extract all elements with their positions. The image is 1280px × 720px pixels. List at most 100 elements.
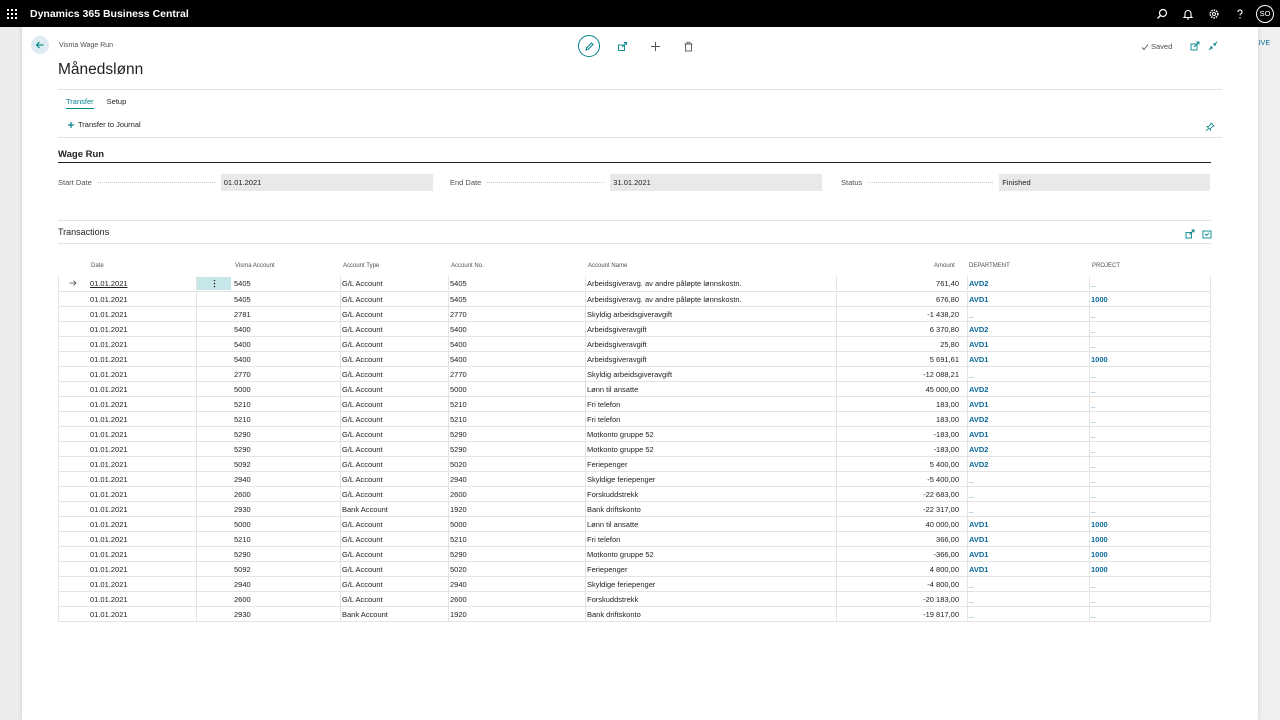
cell-date[interactable]: 01.01.2021: [90, 457, 128, 471]
cell-account-no[interactable]: 5400: [450, 337, 467, 351]
cell-amount[interactable]: -183,00: [839, 427, 959, 441]
cell-visma-account[interactable]: 2781: [234, 307, 251, 321]
cell-account-no[interactable]: 2770: [450, 367, 467, 381]
search-icon[interactable]: [1149, 0, 1175, 27]
cell-amount[interactable]: 4 800,00: [839, 562, 959, 576]
table-row[interactable]: 01.01.2021 5290 G/L Account 5290 Motkonto gr…: [59, 426, 1210, 441]
cell-date[interactable]: 01.01.2021: [90, 322, 128, 336]
cell-project[interactable]: 1000: [1091, 562, 1108, 576]
cell-project[interactable]: _: [1091, 502, 1095, 516]
cell-date[interactable]: 01.01.2021: [90, 502, 128, 516]
tab-transfer[interactable]: Transfer: [66, 97, 94, 109]
cell-date[interactable]: 01.01.2021: [90, 307, 128, 321]
cell-project[interactable]: _: [1091, 487, 1095, 501]
cell-visma-account[interactable]: 5000: [234, 382, 251, 396]
column-header-account-name[interactable]: Account Name: [588, 263, 627, 269]
delete-button[interactable]: [677, 35, 699, 57]
cell-department[interactable]: AVD1: [969, 427, 988, 441]
expand-part-button[interactable]: [1202, 226, 1212, 244]
table-row[interactable]: 01.01.2021 2930 Bank Account 1920 Bank drift…: [59, 501, 1210, 516]
cell-visma-account[interactable]: 5210: [234, 532, 251, 546]
cell-amount[interactable]: -22 317,00: [839, 502, 959, 516]
cell-visma-account[interactable]: 2940: [234, 577, 251, 591]
cell-project[interactable]: 1000: [1091, 517, 1108, 531]
cell-department[interactable]: _: [969, 472, 973, 486]
cell-account-no[interactable]: 5020: [450, 457, 467, 471]
cell-department[interactable]: _: [969, 592, 973, 606]
open-new-window-button[interactable]: [1188, 39, 1202, 53]
collapse-button[interactable]: [1206, 39, 1220, 53]
cell-amount[interactable]: 5 691,61: [839, 352, 959, 366]
table-row[interactable]: 01.01.2021 2930 Bank Account 1920 Bank drift…: [59, 606, 1210, 621]
cell-department[interactable]: AVD1: [969, 292, 988, 306]
cell-account-type[interactable]: G/L Account: [342, 517, 383, 531]
cell-amount[interactable]: -22 683,00: [839, 487, 959, 501]
cell-department[interactable]: AVD2: [969, 322, 988, 336]
cell-account-no[interactable]: 5210: [450, 412, 467, 426]
cell-department[interactable]: _: [969, 487, 973, 501]
table-row[interactable]: 01.01.2021 2600 G/L Account 2600 Forskuddstr…: [59, 486, 1210, 501]
cell-visma-account[interactable]: 2930: [234, 502, 251, 516]
notification-bell-icon[interactable]: [1175, 0, 1201, 27]
cell-account-type[interactable]: G/L Account: [342, 412, 383, 426]
cell-account-type[interactable]: G/L Account: [342, 276, 383, 290]
cell-account-no[interactable]: 2600: [450, 487, 467, 501]
table-row[interactable]: 01.01.2021 5290 G/L Account 5290 Motkonto gr…: [59, 546, 1210, 561]
table-row[interactable]: 01.01.2021 5400 G/L Account 5400 Arbeidsgive…: [59, 321, 1210, 336]
cell-account-type[interactable]: G/L Account: [342, 307, 383, 321]
cell-date[interactable]: 01.01.2021: [90, 472, 128, 486]
cell-account-no[interactable]: 2600: [450, 592, 467, 606]
cell-account-type[interactable]: G/L Account: [342, 367, 383, 381]
table-row[interactable]: 01.01.2021 5092 G/L Account 5020 Feriepenger…: [59, 456, 1210, 471]
cell-visma-account[interactable]: 5000: [234, 517, 251, 531]
cell-date[interactable]: 01.01.2021: [90, 577, 128, 591]
cell-account-type[interactable]: G/L Account: [342, 562, 383, 576]
cell-date[interactable]: 01.01.2021: [90, 607, 128, 621]
cell-department[interactable]: _: [969, 607, 973, 621]
cell-amount[interactable]: -4 800,00: [839, 577, 959, 591]
cell-amount[interactable]: -12 088,21: [839, 367, 959, 381]
wage-run-section-title[interactable]: Wage Run: [58, 149, 104, 160]
cell-account-type[interactable]: G/L Account: [342, 382, 383, 396]
cell-amount[interactable]: -20 183,00: [839, 592, 959, 606]
cell-visma-account[interactable]: 5092: [234, 457, 251, 471]
table-row[interactable]: 01.01.2021 2770 G/L Account 2770 Skyldig arb…: [59, 366, 1210, 381]
avatar[interactable]: SO: [1256, 4, 1274, 23]
table-row[interactable]: 01.01.2021 5210 G/L Account 5210 Fri telefon…: [59, 531, 1210, 546]
cell-visma-account[interactable]: 5290: [234, 427, 251, 441]
cell-date[interactable]: 01.01.2021: [90, 397, 128, 411]
cell-account-no[interactable]: 5405: [450, 276, 467, 290]
cell-account-type[interactable]: G/L Account: [342, 472, 383, 486]
table-row[interactable]: 01.01.2021 5210 G/L Account 5210 Fri telefon…: [59, 411, 1210, 426]
cell-visma-account[interactable]: 5400: [234, 352, 251, 366]
cell-visma-account[interactable]: 5092: [234, 562, 251, 576]
cell-date[interactable]: 01.01.2021: [90, 532, 128, 546]
cell-date[interactable]: 01.01.2021: [90, 292, 128, 306]
row-actions-menu-icon[interactable]: [197, 277, 231, 290]
table-row[interactable]: 01.01.2021 5092 G/L Account 5020 Feriepenger…: [59, 561, 1210, 576]
cell-date[interactable]: 01.01.2021: [90, 352, 128, 366]
cell-project[interactable]: _: [1091, 457, 1095, 471]
cell-account-no[interactable]: 5400: [450, 322, 467, 336]
cell-account-no[interactable]: 5290: [450, 547, 467, 561]
table-row[interactable]: 01.01.2021 5000 G/L Account 5000 Lønn til an…: [59, 516, 1210, 531]
cell-date[interactable]: 01.01.2021: [90, 562, 128, 576]
cell-account-type[interactable]: Bank Account: [342, 502, 388, 516]
cell-account-type[interactable]: G/L Account: [342, 352, 383, 366]
cell-date[interactable]: 01.01.2021: [90, 427, 128, 441]
table-row[interactable]: 01.01.2021 5290 G/L Account 5290 Motkonto gr…: [59, 441, 1210, 456]
cell-department[interactable]: AVD1: [969, 397, 988, 411]
cell-project[interactable]: _: [1091, 337, 1095, 351]
cell-account-type[interactable]: G/L Account: [342, 397, 383, 411]
cell-account-no[interactable]: 1920: [450, 607, 467, 621]
cell-amount[interactable]: -19 817,00: [839, 607, 959, 621]
column-header-department[interactable]: DEPARTMENT: [969, 263, 1010, 269]
cell-department[interactable]: AVD1: [969, 517, 988, 531]
cell-department[interactable]: _: [969, 577, 973, 591]
cell-visma-account[interactable]: 2600: [234, 487, 251, 501]
transactions-section-title[interactable]: Transactions: [58, 227, 109, 237]
column-header-visma-account[interactable]: Visma Account: [235, 263, 275, 269]
cell-visma-account[interactable]: 5290: [234, 442, 251, 456]
table-row[interactable]: 01.01.2021 2940 G/L Account 2940 Skyldige fe…: [59, 576, 1210, 591]
cell-department[interactable]: AVD1: [969, 337, 988, 351]
